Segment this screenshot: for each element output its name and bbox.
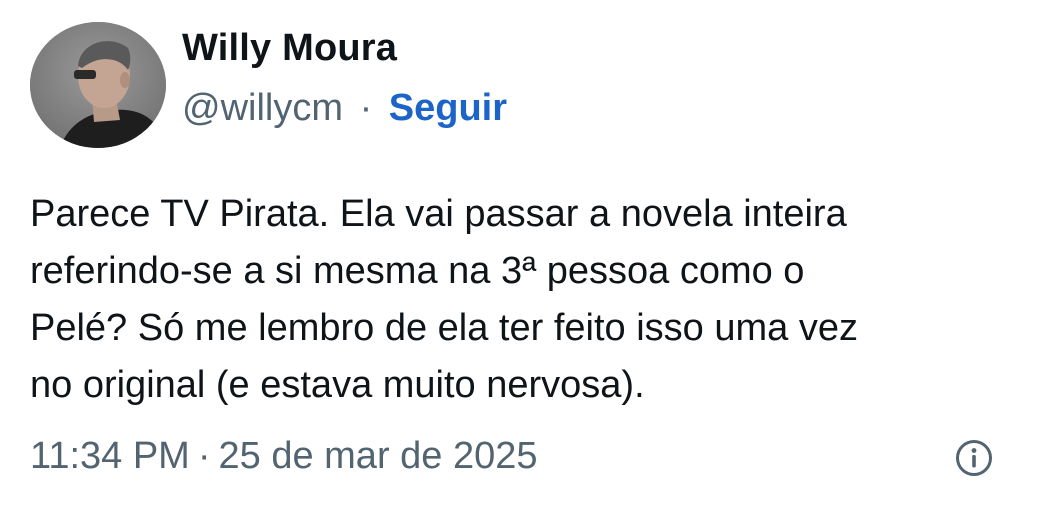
tweet-timestamp[interactable]: 11:34 PM · 25 de mar de 2025	[30, 434, 538, 478]
author-handle[interactable]: @willycm	[182, 87, 343, 129]
info-icon[interactable]	[954, 438, 994, 478]
avatar-photo	[30, 22, 166, 148]
handle-separator: ·	[359, 87, 373, 129]
tweet-time: 11:34 PM	[30, 435, 190, 477]
author-name[interactable]: Willy Moura	[182, 26, 397, 70]
follow-button[interactable]: Seguir	[389, 87, 507, 129]
timestamp-separator: ·	[197, 435, 211, 477]
avatar[interactable]	[30, 22, 166, 148]
tweet-card: Willy Moura @willycm · Seguir Parece TV …	[0, 0, 1040, 516]
tweet-text: Parece TV Pirata. Ela vai passar a novel…	[30, 193, 858, 406]
tweet-date: 25 de mar de 2025	[218, 435, 538, 477]
author-meta-row: @willycm · Seguir	[182, 86, 507, 130]
